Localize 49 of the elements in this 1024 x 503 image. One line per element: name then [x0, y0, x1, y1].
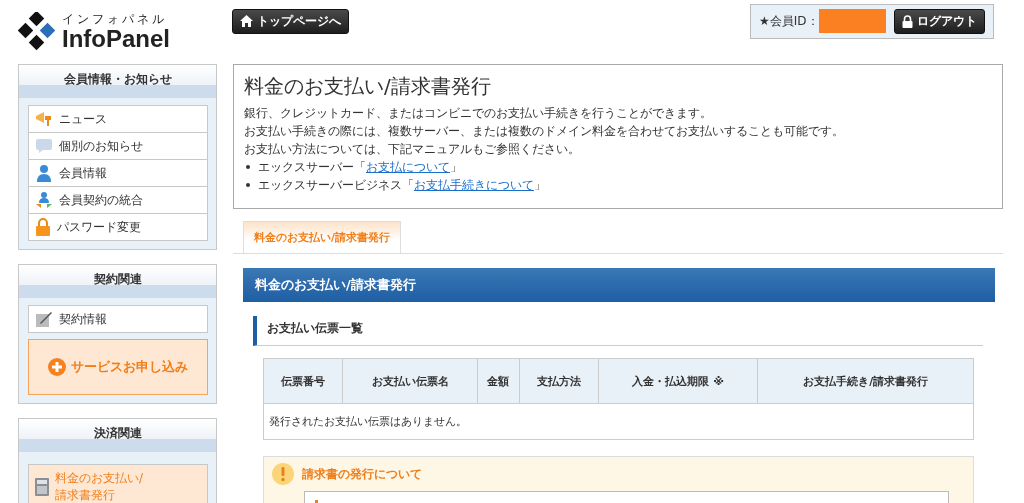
column-header: お支払い伝票名 [342, 358, 478, 404]
list-text: 」 [450, 159, 462, 176]
member-id-label: ★会員ID： [759, 12, 819, 30]
megaphone-icon [35, 111, 53, 127]
redacted-block [818, 9, 886, 33]
description-text: お支払い方法については、下記マニュアルもご参照ください。 [244, 141, 581, 158]
list-text: 」 [534, 177, 546, 194]
subheading: お支払い伝票一覧 [253, 316, 983, 346]
page-title: 料金のお支払い/請求書発行 [244, 73, 492, 100]
notice-title: 請求書の発行について [302, 465, 422, 483]
bullet-icon [246, 183, 250, 187]
warning-icon [272, 463, 294, 485]
sidebar-heading: 決済関連 [19, 419, 216, 452]
sidebar-item[interactable]: 個別のお知らせ [28, 132, 208, 160]
column-header: 入金・払込期限 ※ [598, 358, 758, 404]
message-icon [35, 138, 53, 154]
description-text: 銀行、クレジットカード、またはコンビニでのお支払い手続きを行うことができます。 [244, 105, 713, 122]
calculator-icon [35, 478, 49, 496]
column-header: 支払方法 [519, 358, 599, 404]
logo-icon [18, 12, 58, 52]
home-icon [240, 15, 253, 27]
lock-icon [35, 218, 51, 236]
lock-icon [902, 14, 913, 28]
logout-button[interactable]: ログアウト [894, 8, 985, 34]
sidebar-item[interactable]: 会員情報 [28, 159, 208, 187]
people-icon [35, 191, 53, 209]
sidebar-item[interactable]: ニュース [28, 105, 208, 133]
description-text: お支払い手続きの際には、複数サーバー、または複数のドメイン料金を合わせてお支払いすることも可能です。 [244, 123, 845, 140]
pen-paper-icon [35, 310, 53, 328]
list-text: エックスサーバー「 [258, 159, 366, 176]
column-header: 金額 [477, 358, 520, 404]
manual-link[interactable]: お支払手続きについて [414, 176, 534, 194]
plus-icon [48, 358, 66, 376]
section-title-bar: 料金のお支払い/請求書発行 [243, 268, 995, 302]
sidebar-item[interactable]: 会員契約の統合 [28, 186, 208, 214]
list-text: エックスサーバービジネス「 [258, 177, 414, 194]
logo-text: InfoPanel [62, 25, 170, 52]
column-header: お支払手続き/請求書発行 [757, 358, 974, 404]
sidebar-item[interactable]: パスワード変更 [28, 213, 208, 241]
logo-kana: インフォパネル [62, 12, 168, 26]
table-cell: 発行されたお支払い伝票はありません。 [263, 403, 974, 440]
manual-link[interactable]: お支払について [366, 158, 450, 176]
sidebar-heading: 契約関連 [19, 265, 216, 298]
person-icon [35, 164, 53, 182]
top-page-button[interactable]: トップページへ [232, 8, 349, 34]
sidebar-item[interactable]: 契約情報 [28, 305, 208, 333]
bullet-icon [246, 165, 250, 169]
column-header: 伝票番号 [263, 358, 343, 404]
sidebar-heading: 会員情報・お知らせ [19, 65, 216, 98]
